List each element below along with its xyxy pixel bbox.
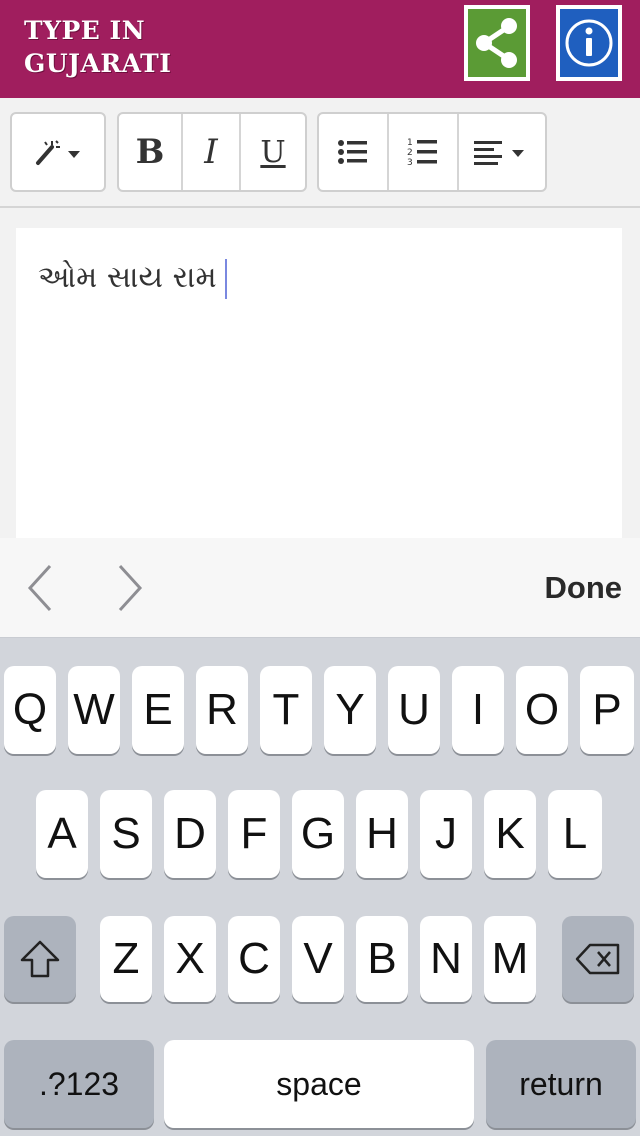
share-button[interactable] bbox=[464, 5, 530, 81]
chevron-right-icon bbox=[110, 564, 150, 620]
editor-area: ઓમ સાય રામ bbox=[0, 208, 640, 548]
key-o[interactable]: O bbox=[516, 666, 568, 754]
done-button[interactable]: Done bbox=[545, 570, 623, 606]
numbered-list-icon: 1 2 3 bbox=[407, 136, 439, 168]
key-x[interactable]: X bbox=[164, 916, 216, 1002]
bold-label: B bbox=[135, 132, 165, 172]
key-j[interactable]: J bbox=[420, 790, 472, 878]
key-i[interactable]: I bbox=[452, 666, 504, 754]
magic-wand-icon bbox=[32, 137, 84, 167]
key-n[interactable]: N bbox=[420, 916, 472, 1002]
info-button[interactable] bbox=[556, 5, 622, 81]
key-g[interactable]: G bbox=[292, 790, 344, 878]
key-w[interactable]: W bbox=[68, 666, 120, 754]
text-editor[interactable]: ઓમ સાય રામ bbox=[16, 228, 622, 548]
chevron-left-icon bbox=[22, 564, 62, 620]
text-caret bbox=[224, 258, 227, 299]
key-d[interactable]: D bbox=[164, 790, 216, 878]
ordered-list-button[interactable]: 1 2 3 bbox=[389, 114, 459, 190]
key-r[interactable]: R bbox=[196, 666, 248, 754]
italic-button[interactable]: I bbox=[183, 114, 241, 190]
key-c[interactable]: C bbox=[228, 916, 280, 1002]
app-title: TYPE IN GUJARATI bbox=[24, 16, 172, 78]
backspace-key[interactable] bbox=[562, 916, 634, 1002]
key-h[interactable]: H bbox=[356, 790, 408, 878]
key-f[interactable]: F bbox=[228, 790, 280, 878]
svg-text:2: 2 bbox=[407, 148, 413, 158]
key-b[interactable]: B bbox=[356, 916, 408, 1002]
info-icon bbox=[560, 9, 618, 77]
onscreen-keyboard: Q W E R T Y U I O P A S D F G H J K L Z … bbox=[0, 638, 640, 1136]
key-s[interactable]: S bbox=[100, 790, 152, 878]
app-header: TYPE IN GUJARATI bbox=[0, 0, 640, 98]
align-left-icon bbox=[474, 139, 530, 165]
space-key[interactable]: space bbox=[164, 1040, 474, 1128]
bullet-list-icon bbox=[337, 138, 369, 166]
key-l[interactable]: L bbox=[548, 790, 602, 878]
key-z[interactable]: Z bbox=[100, 916, 152, 1002]
style-group bbox=[10, 112, 106, 192]
key-m[interactable]: M bbox=[484, 916, 536, 1002]
key-e[interactable]: E bbox=[132, 666, 184, 754]
style-dropdown-button[interactable] bbox=[12, 114, 104, 190]
previous-field-button[interactable] bbox=[22, 560, 62, 616]
unordered-list-button[interactable] bbox=[319, 114, 389, 190]
shift-icon bbox=[19, 939, 61, 979]
text-style-group: B I U bbox=[117, 112, 307, 192]
svg-text:1: 1 bbox=[407, 138, 413, 148]
svg-text:3: 3 bbox=[407, 158, 413, 168]
shift-key[interactable] bbox=[4, 916, 76, 1002]
key-v[interactable]: V bbox=[292, 916, 344, 1002]
numbers-key[interactable]: .?123 bbox=[4, 1040, 154, 1128]
format-toolbar: B I U 1 2 3 bbox=[0, 98, 640, 208]
backspace-icon bbox=[574, 942, 622, 976]
keyboard-accessory-bar: Done bbox=[0, 538, 640, 638]
key-p[interactable]: P bbox=[580, 666, 634, 754]
next-field-button[interactable] bbox=[110, 560, 150, 616]
paragraph-group: 1 2 3 bbox=[317, 112, 547, 192]
underline-button[interactable]: U bbox=[241, 114, 305, 190]
key-y[interactable]: Y bbox=[324, 666, 376, 754]
editor-text: ઓમ સાય રામ bbox=[38, 260, 217, 295]
share-icon bbox=[468, 9, 526, 77]
bold-button[interactable]: B bbox=[119, 114, 183, 190]
key-u[interactable]: U bbox=[388, 666, 440, 754]
italic-label: I bbox=[204, 132, 218, 172]
key-q[interactable]: Q bbox=[4, 666, 56, 754]
align-dropdown-button[interactable] bbox=[459, 114, 545, 190]
underline-label: U bbox=[260, 134, 286, 170]
key-t[interactable]: T bbox=[260, 666, 312, 754]
editor-content[interactable]: ઓમ સાય રામ bbox=[38, 258, 227, 299]
key-a[interactable]: A bbox=[36, 790, 88, 878]
key-k[interactable]: K bbox=[484, 790, 536, 878]
return-key[interactable]: return bbox=[486, 1040, 636, 1128]
